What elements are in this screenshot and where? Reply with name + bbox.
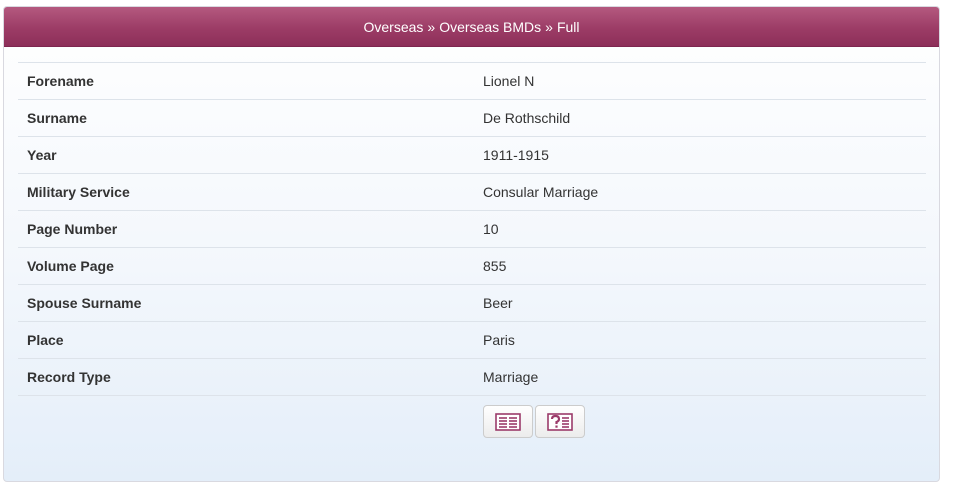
breadcrumb: Overseas» Overseas BMDs» Full [364, 19, 580, 35]
table-row: Year 1911-1915 [18, 136, 926, 174]
field-value: Lionel N [483, 73, 535, 89]
field-value: 1911-1915 [483, 147, 549, 163]
field-label: Military Service [27, 184, 130, 200]
breadcrumb-full: Full [556, 18, 580, 35]
field-label: Place [27, 332, 64, 348]
field-value: De Rothschild [483, 110, 571, 126]
table-row: Place Paris [18, 321, 926, 359]
table-row: Record Type Marriage [18, 358, 926, 396]
panel-header: Overseas» Overseas BMDs» Full [4, 7, 939, 47]
table-row: Spouse Surname Beer [18, 284, 926, 322]
field-value: 855 [483, 258, 507, 274]
breadcrumb-overseas-bmds[interactable]: Overseas BMDs [439, 19, 541, 35]
record-panel: Overseas» Overseas BMDs» Full Forename Lio… [3, 6, 940, 482]
table-row: Page Number 10 [18, 210, 926, 248]
field-value: 10 [483, 221, 499, 237]
field-label: Surname [27, 110, 87, 126]
field-label: Forename [27, 73, 94, 89]
breadcrumb-separator: » [545, 18, 553, 35]
field-label: Year [27, 147, 57, 163]
report-problem-button[interactable] [535, 405, 585, 438]
field-label: Page Number [27, 221, 118, 237]
document-view-icon [495, 412, 521, 431]
record-actions [483, 405, 585, 438]
field-value: Marriage [483, 369, 539, 385]
table-row: Forename Lionel N [18, 62, 926, 100]
field-value: Beer [483, 295, 513, 311]
table-row: Military Service Consular Marriage [18, 173, 926, 211]
field-label: Record Type [27, 369, 111, 385]
question-document-icon [547, 412, 573, 431]
table-row: Volume Page 855 [18, 247, 926, 285]
record-table: Forename Lionel N Surname De Rothschild … [18, 62, 926, 396]
view-transcript-button[interactable] [483, 405, 533, 438]
field-label: Spouse Surname [27, 295, 142, 311]
breadcrumb-separator: » [427, 18, 436, 35]
breadcrumb-overseas[interactable]: Overseas [364, 19, 424, 35]
field-label: Volume Page [27, 258, 114, 274]
table-row: Surname De Rothschild [18, 99, 926, 137]
field-value: Paris [483, 332, 515, 348]
field-value: Consular Marriage [483, 184, 599, 200]
